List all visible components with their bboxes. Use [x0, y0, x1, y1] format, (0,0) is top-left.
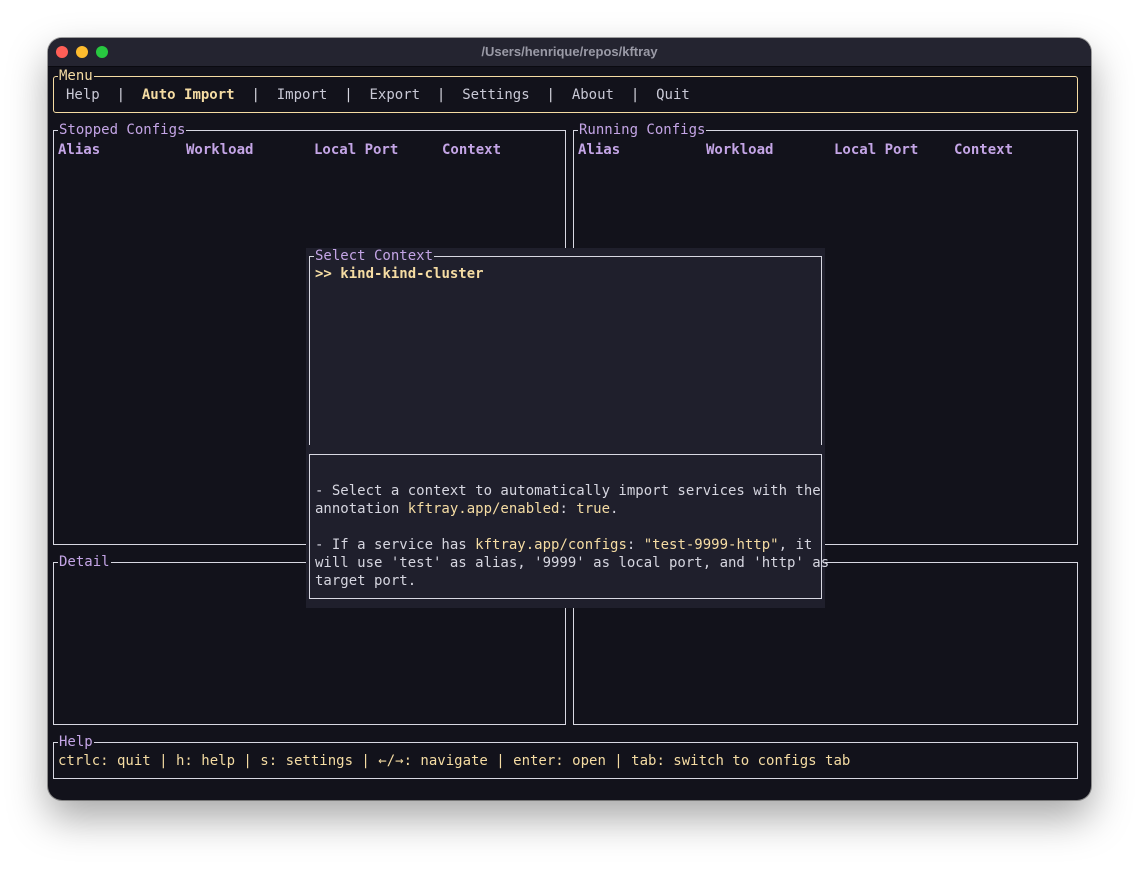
running-col-alias: Alias: [578, 142, 621, 158]
annotation-value: "test-9999-http": [643, 537, 779, 553]
menu-separator: |: [344, 87, 353, 103]
menu-bar: Help | Auto Import | Import | Export | S…: [66, 86, 690, 104]
menu-separator: |: [546, 87, 555, 103]
context-info-text: - Select a context to automatically impo…: [315, 482, 829, 590]
menu-separator: |: [116, 87, 126, 103]
annotation-key: kftray.app/configs: [475, 537, 627, 553]
info-text: :: [559, 501, 577, 517]
context-name: kind-kind-cluster: [340, 266, 484, 282]
info-text: annotation: [315, 501, 408, 517]
menu-separator: |: [251, 87, 260, 103]
info-text: , it: [778, 537, 813, 553]
running-configs-title: Running Configs: [578, 122, 707, 138]
menu-separator: |: [630, 87, 640, 103]
selection-arrow-icon: >>: [315, 266, 332, 282]
menu-separator: |: [436, 87, 446, 103]
menu-panel: Menu Help | Auto Import | Import | Expor…: [53, 68, 1078, 113]
info-line: - Select a context to automatically impo…: [315, 483, 821, 499]
menu-item-export[interactable]: Export: [369, 87, 420, 103]
info-text: - If a service has: [315, 537, 476, 553]
menu-item-help[interactable]: Help: [66, 87, 100, 103]
help-panel: Help ctrlc: quit | h: help | s: settings…: [53, 734, 1078, 779]
help-keybindings: ctrlc: quit | h: help | s: settings | ←/…: [58, 753, 851, 769]
menu-panel-title: Menu: [58, 68, 94, 84]
menu-item-about[interactable]: About: [572, 87, 614, 103]
context-list-panel[interactable]: Select Context >> kind-kind-cluster: [309, 248, 822, 445]
menu-item-auto-import[interactable]: Auto Import: [142, 87, 235, 103]
annotation-value: true: [576, 501, 611, 517]
select-context-title: Select Context: [314, 248, 435, 264]
menu-item-import[interactable]: Import: [277, 87, 328, 103]
annotation-key: kftray.app/enabled: [407, 501, 560, 517]
context-info-panel: - Select a context to automatically impo…: [309, 454, 829, 599]
context-list-item[interactable]: >> kind-kind-cluster: [315, 265, 484, 283]
running-col-local-port: Local Port: [834, 142, 919, 158]
menu-item-quit[interactable]: Quit: [656, 87, 690, 103]
help-title: Help: [58, 734, 94, 750]
stopped-col-context: Context: [442, 142, 502, 158]
info-text: .: [610, 501, 619, 517]
stopped-col-workload: Workload: [186, 142, 254, 158]
running-col-context: Context: [954, 142, 1014, 158]
terminal-window: /Users/henrique/repos/kftray Menu Help |…: [48, 38, 1091, 800]
info-line: will use 'test' as alias, '9999' as loca…: [315, 555, 830, 571]
select-context-popup: Select Context >> kind-kind-cluster - Se…: [306, 248, 829, 608]
stopped-col-alias: Alias: [58, 142, 101, 158]
detail-title: Detail: [58, 554, 111, 570]
menu-item-settings[interactable]: Settings: [462, 87, 529, 103]
info-text: :: [626, 537, 644, 553]
window-title: /Users/henrique/repos/kftray: [481, 44, 658, 59]
title-bar: /Users/henrique/repos/kftray: [48, 38, 1091, 67]
info-line: target port.: [315, 573, 417, 589]
stopped-col-local-port: Local Port: [314, 142, 399, 158]
stopped-configs-title: Stopped Configs: [58, 122, 187, 138]
running-col-workload: Workload: [706, 142, 774, 158]
